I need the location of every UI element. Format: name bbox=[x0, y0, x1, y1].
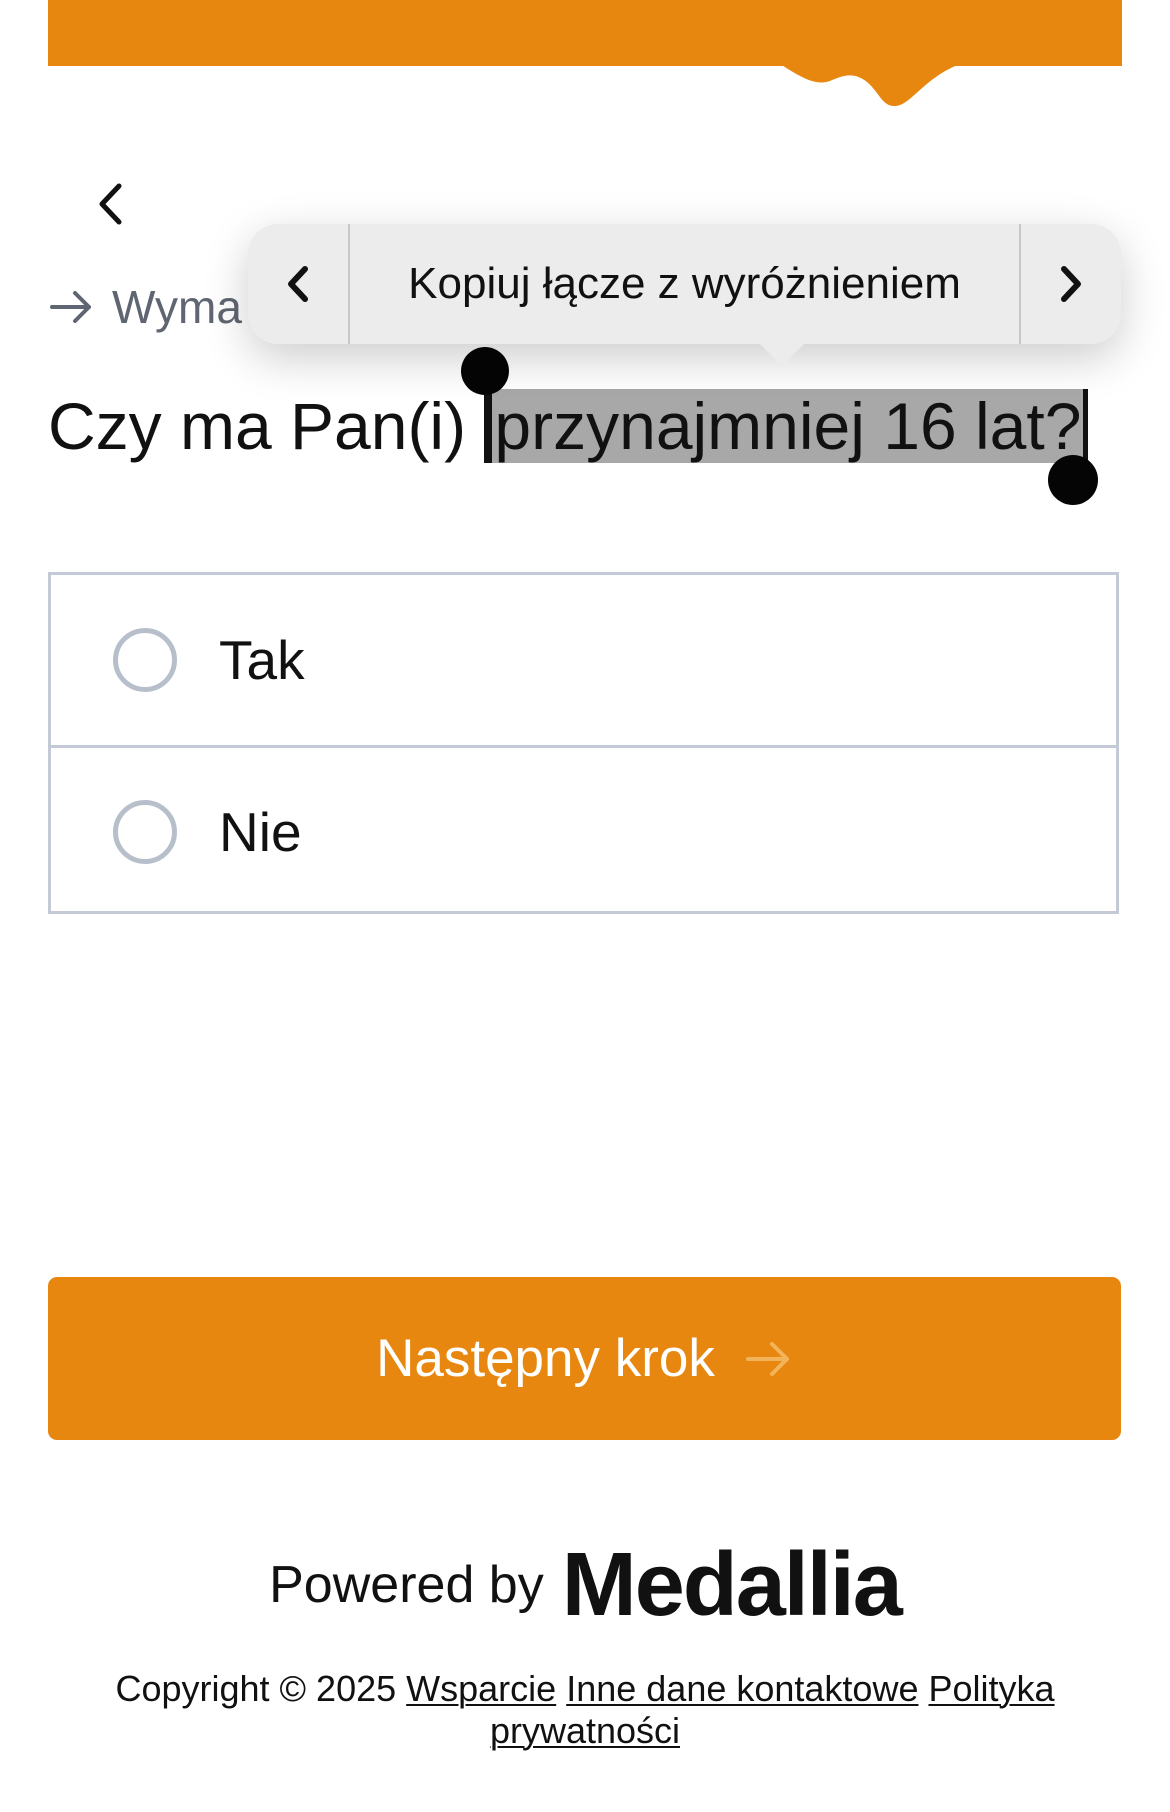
selected-question-text[interactable]: przynajmniej 16 lat? bbox=[484, 389, 1089, 463]
medallia-logo: Medallia bbox=[561, 1535, 903, 1635]
other-contact-data-link[interactable]: Inne dane kontaktowe bbox=[566, 1668, 918, 1709]
context-menu-previous-button[interactable] bbox=[248, 224, 350, 344]
question-prefix: Czy ma Pan(i) bbox=[48, 389, 485, 463]
top-banner bbox=[48, 0, 1122, 66]
chevron-left-icon bbox=[288, 266, 308, 302]
chevron-left-icon bbox=[99, 183, 122, 225]
banner-drip-shape bbox=[780, 64, 960, 107]
required-text: Wyma bbox=[112, 281, 242, 333]
next-step-button[interactable]: Następny krok bbox=[48, 1277, 1121, 1440]
text-selection-context-menu: Kopiuj łącze z wyróżnieniem bbox=[248, 224, 1121, 366]
copy-link-with-highlight-option[interactable]: Kopiuj łącze z wyróżnieniem bbox=[350, 224, 1019, 344]
powered-by-text: Powered by bbox=[269, 1556, 544, 1614]
radio-button-nie[interactable] bbox=[113, 799, 177, 864]
powered-by-medallia: Powered by Medallia bbox=[0, 1540, 1170, 1630]
option-nie[interactable]: Nie bbox=[51, 745, 1116, 915]
next-step-label: Następny krok bbox=[376, 1329, 715, 1388]
footer-links: Copyright © 2025 Wsparcie Inne dane kont… bbox=[100, 1668, 1070, 1752]
survey-page: Wyma Kopiuj łącze z wyróżnieniem Czy ma … bbox=[0, 0, 1170, 1812]
chevron-right-icon bbox=[1061, 266, 1081, 302]
back-button[interactable] bbox=[86, 176, 136, 232]
required-indicator: Wyma bbox=[50, 276, 242, 338]
radio-button-tak[interactable] bbox=[113, 628, 177, 692]
option-tak[interactable]: Tak bbox=[51, 575, 1116, 745]
arrow-right-icon bbox=[50, 291, 91, 323]
question-title: Czy ma Pan(i) przynajmniej 16 lat? bbox=[48, 386, 1128, 466]
support-link[interactable]: Wsparcie bbox=[406, 1668, 556, 1709]
option-label-nie: Nie bbox=[219, 800, 302, 863]
selection-end-handle[interactable] bbox=[1048, 455, 1098, 505]
selection-start-handle[interactable] bbox=[461, 347, 509, 395]
context-menu-next-button[interactable] bbox=[1019, 224, 1121, 344]
arrow-right-icon bbox=[745, 1341, 789, 1376]
answer-options: Tak Nie bbox=[48, 572, 1119, 914]
option-label-tak: Tak bbox=[219, 629, 305, 691]
copyright-text: Copyright © 2025 bbox=[115, 1668, 397, 1709]
